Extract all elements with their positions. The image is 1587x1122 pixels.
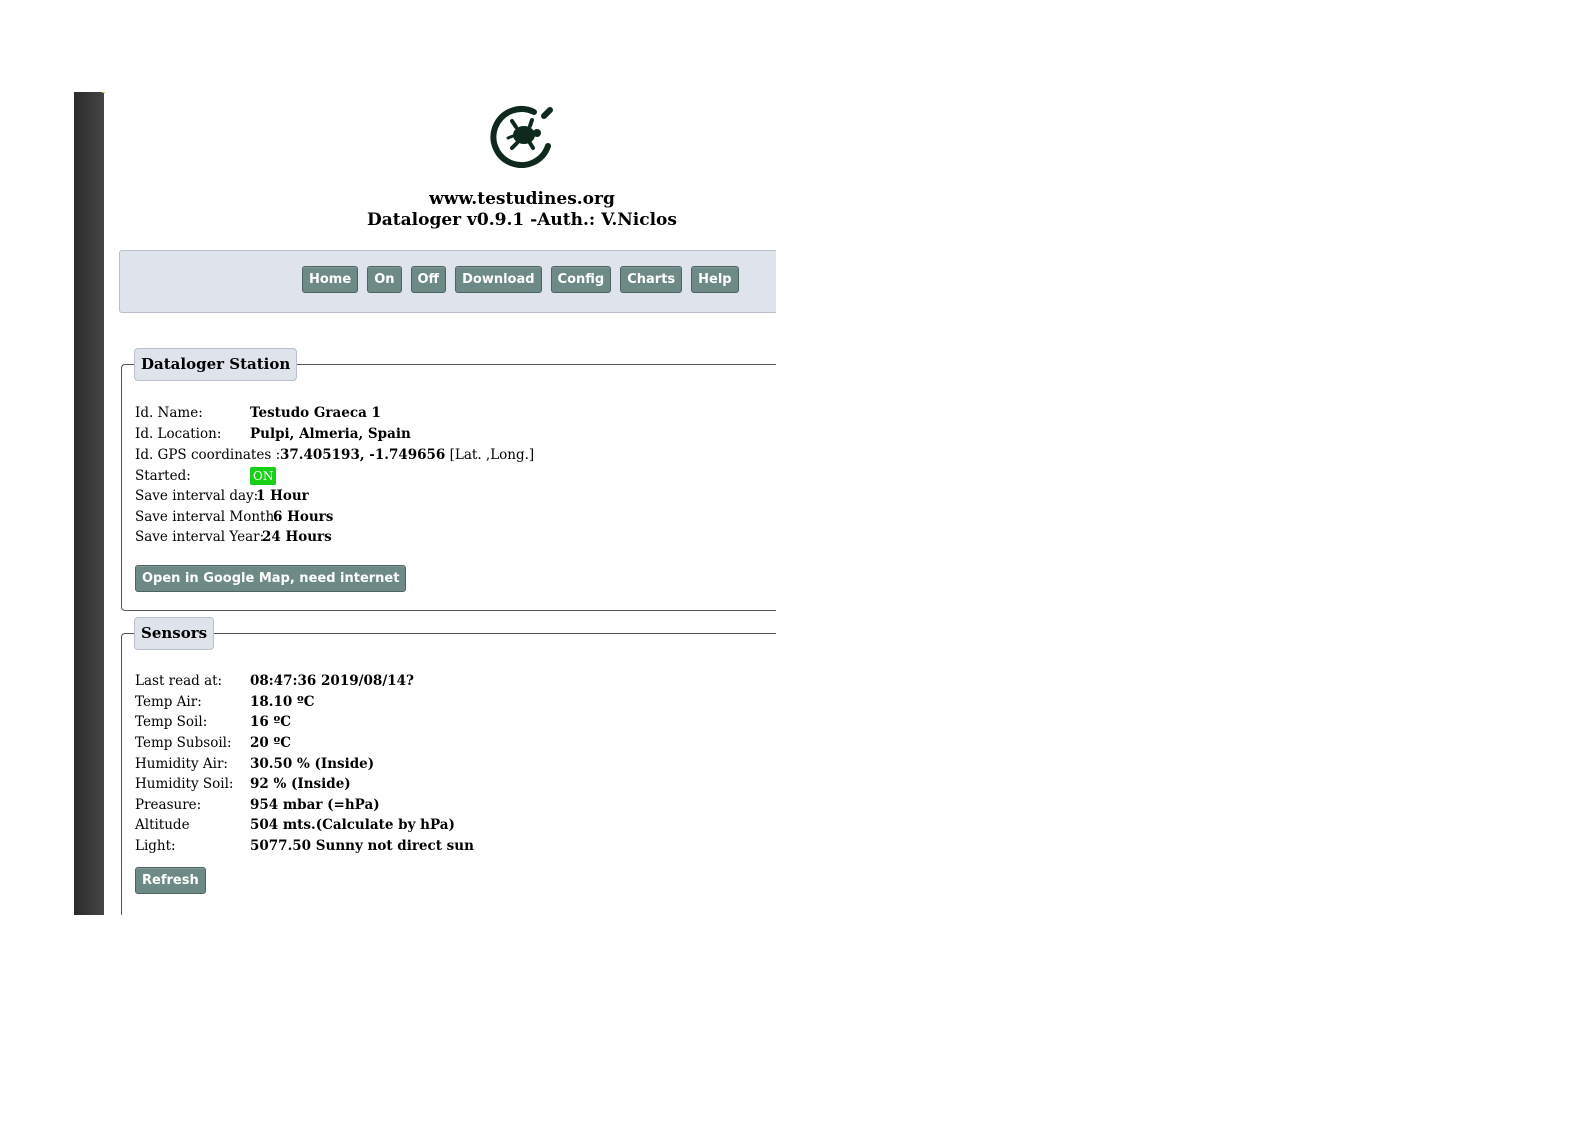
humidity-soil-row: Humidity Soil: 92 % (Inside) [135,776,351,792]
temp-subsoil-row: Temp Subsoil: 20 ºC [135,735,291,751]
pressure-value: 954 mbar (=hPa) [250,797,380,813]
refresh-button[interactable]: Refresh [135,867,206,894]
help-button[interactable]: Help [691,266,739,293]
temp-soil-value: 16 ºC [250,714,291,730]
light-label: Light: [135,838,176,854]
month-interval-value: 6 Hours [273,509,334,525]
humidity-soil-label: Humidity Soil: [135,776,234,792]
last-read-value: 08:47:36 2019/08/14? [250,673,414,689]
last-read-label: Last read at: [135,673,223,689]
pressure-row: Preasure: 954 mbar (=hPa) [135,797,380,813]
humidity-air-row: Humidity Air: 30.50 % (Inside) [135,756,374,772]
station-panel: Dataloger Station Id. Name: Testudo Graec… [121,348,776,611]
charts-button[interactable]: Charts [620,266,683,293]
altitude-row: Altitude 504 mts.(Calculate by hPa) [135,817,455,833]
gps-row: Id. GPS coordinates :37.405193, -1.74965… [135,447,534,463]
temp-subsoil-label: Temp Subsoil: [135,735,232,751]
year-interval-value: 24 Hours [262,529,332,545]
temp-soil-label: Temp Soil: [135,714,208,730]
humidity-soil-value: 92 % (Inside) [250,776,351,792]
temp-air-value: 18.10 ºC [250,694,315,710]
id-location-row: Id. Location: Pulpi, Almeria, Spain [135,426,411,442]
sensors-legend: Sensors [134,617,215,650]
temp-subsoil-value: 20 ºC [250,735,291,751]
google-map-button[interactable]: Open in Google Map, need internet [135,565,407,592]
light-value: 5077.50 Sunny not direct sun [250,838,474,854]
id-name-value: Testudo Graeca 1 [250,405,381,421]
light-row: Light: 5077.50 Sunny not direct sun [135,838,474,854]
month-interval-label: Save interval Month: [135,509,279,525]
gps-suffix: [Lat. ,Long.] [449,447,535,463]
id-name-row: Id. Name: Testudo Graeca 1 [135,405,381,421]
nav-buttons: Home On Off Download Config Charts Help [302,266,739,293]
day-interval-label: Save interval day: [135,488,259,504]
nav-bar: Home On Off Download Config Charts Help [119,250,776,313]
started-row: Started: ON [135,467,277,485]
day-interval-value: 1 Hour [256,488,309,504]
gps-value: 37.405193, -1.749656 [280,447,446,463]
last-read-row: Last read at: 08:47:36 2019/08/14? [135,673,414,689]
altitude-label: Altitude [135,817,190,833]
pressure-label: Preasure: [135,797,202,813]
temp-soil-row: Temp Soil: 16 ºC [135,714,291,730]
humidity-air-label: Humidity Air: [135,756,228,772]
started-label: Started: [135,468,191,484]
app-title: Dataloger v0.9.1 -Auth.: V.Niclos [367,210,677,230]
status-badge: ON [250,467,277,485]
day-interval-row: Save interval day:1 Hour [135,488,309,504]
off-button[interactable]: Off [410,266,447,293]
month-interval-row: Save interval Month:6 Hours [135,509,333,525]
year-interval-label: Save interval Year: [135,529,265,545]
sensors-panel: Sensors Last read at: 08:47:36 2019/08/14… [121,617,776,915]
year-interval-row: Save interval Year:24 Hours [135,529,332,545]
download-button[interactable]: Download [455,266,542,293]
id-name-label: Id. Name: [135,405,203,421]
config-button[interactable]: Config [550,266,612,293]
temp-air-row: Temp Air: 18.10 ºC [135,694,314,710]
left-sidebar [74,92,104,915]
temp-air-label: Temp Air: [135,694,202,710]
altitude-value: 504 mts.(Calculate by hPa) [250,817,455,833]
turtle-logo-icon [490,106,553,168]
on-button[interactable]: On [367,266,402,293]
id-location-value: Pulpi, Almeria, Spain [250,426,411,442]
gps-label: Id. GPS coordinates : [135,447,281,463]
site-url: www.testudines.org [429,189,615,209]
id-location-label: Id. Location: [135,426,222,442]
main-content: www.testudines.org Dataloger v0.9.1 -Aut… [105,92,776,915]
station-legend: Dataloger Station [134,348,298,381]
humidity-air-value: 30.50 % (Inside) [250,756,375,772]
home-button[interactable]: Home [302,266,359,293]
